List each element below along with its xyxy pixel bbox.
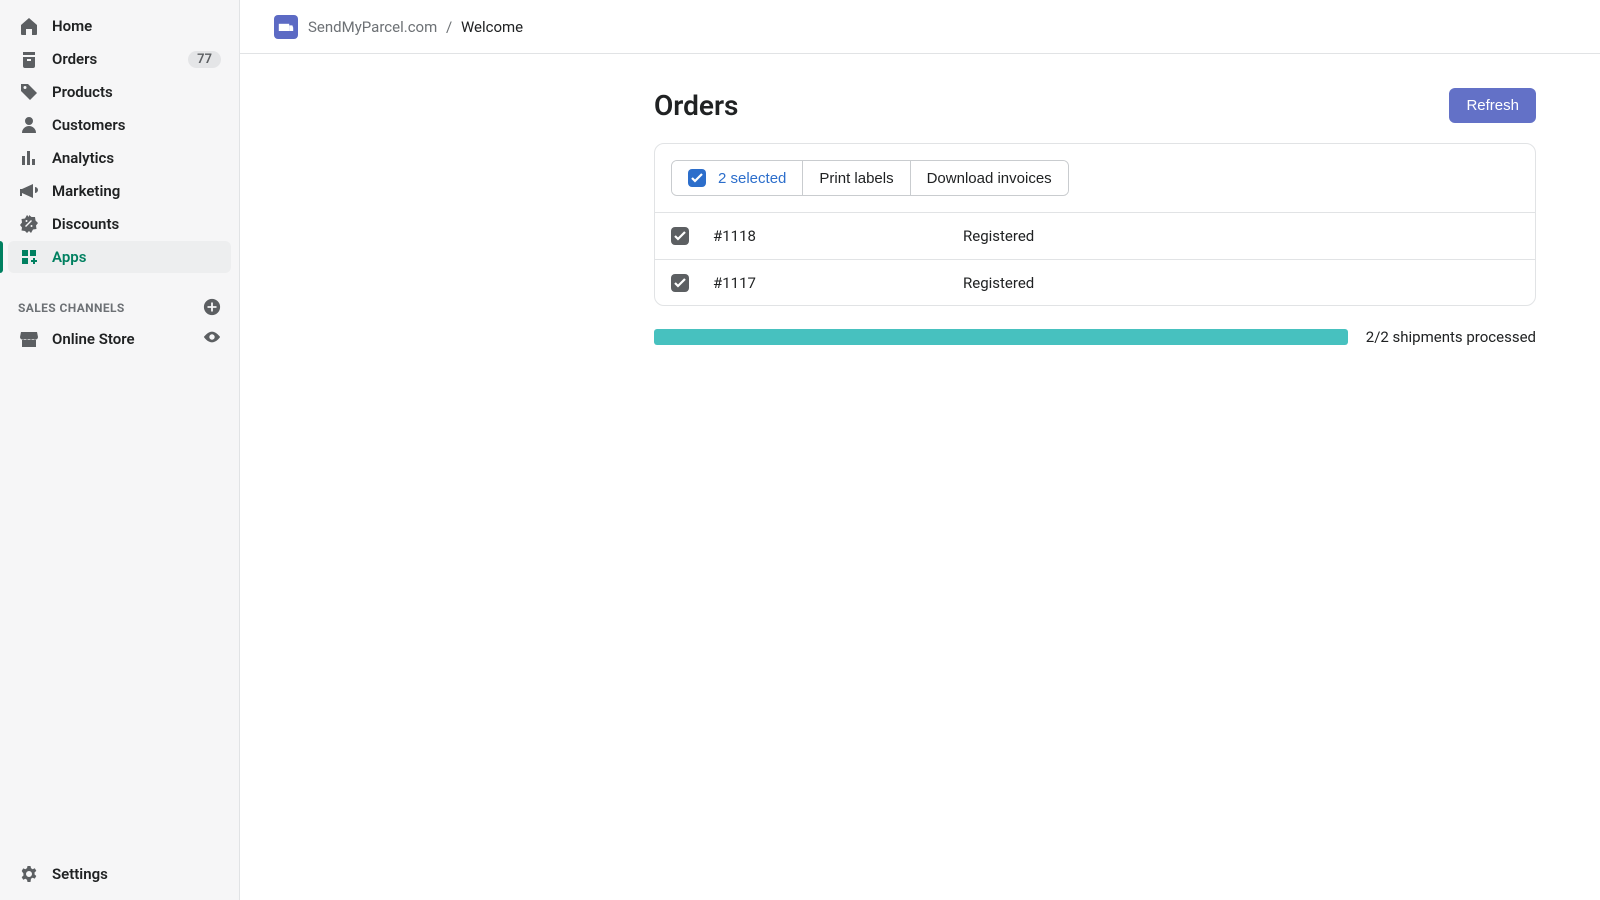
sidebar-item-customers[interactable]: Customers bbox=[8, 109, 231, 141]
progress-label: 2/2 shipments processed bbox=[1366, 328, 1536, 346]
home-icon bbox=[18, 16, 40, 36]
progress: 2/2 shipments processed bbox=[654, 328, 1536, 346]
refresh-button[interactable]: Refresh bbox=[1449, 88, 1536, 123]
order-id: #1118 bbox=[713, 227, 963, 245]
row-checkbox[interactable] bbox=[671, 227, 689, 245]
gear-icon bbox=[18, 864, 40, 884]
download-invoices-button[interactable]: Download invoices bbox=[910, 161, 1068, 195]
sidebar-item-online-store[interactable]: Online Store bbox=[8, 323, 231, 355]
sidebar-item-label: Discounts bbox=[52, 215, 119, 233]
add-channel-icon[interactable] bbox=[203, 298, 221, 319]
sidebar-item-discounts[interactable]: Discounts bbox=[8, 208, 231, 240]
sidebar-item-analytics[interactable]: Analytics bbox=[8, 142, 231, 174]
sidebar-item-label: Settings bbox=[52, 865, 108, 883]
sidebar-item-label: Orders bbox=[52, 50, 97, 68]
table-row[interactable]: #1118 Registered bbox=[655, 213, 1535, 259]
sidebar-item-products[interactable]: Products bbox=[8, 76, 231, 108]
main: SendMyParcel.com / Welcome Orders Refres… bbox=[240, 0, 1600, 900]
sidebar-item-label: Analytics bbox=[52, 149, 114, 167]
apps-icon bbox=[18, 247, 40, 267]
parcel-app-icon bbox=[274, 15, 298, 39]
page: Orders Refresh 2 selected Print labels D… bbox=[240, 54, 1600, 346]
topbar: SendMyParcel.com / Welcome bbox=[240, 0, 1600, 54]
breadcrumb-app[interactable]: SendMyParcel.com bbox=[308, 18, 437, 36]
eye-icon[interactable] bbox=[203, 328, 221, 350]
sidebar-item-apps[interactable]: Apps bbox=[8, 241, 231, 273]
breadcrumb-page: Welcome bbox=[461, 18, 523, 36]
orders-badge: 77 bbox=[188, 51, 221, 68]
settings-nav: Settings bbox=[0, 858, 239, 890]
discount-icon bbox=[18, 214, 40, 234]
checkbox-checked-icon bbox=[688, 169, 706, 187]
order-id: #1117 bbox=[713, 274, 963, 292]
person-icon bbox=[18, 115, 40, 135]
bulk-toolbar: 2 selected Print labels Download invoice… bbox=[655, 144, 1535, 213]
sidebar-item-orders[interactable]: Orders 77 bbox=[8, 43, 231, 75]
channels-nav: Online Store bbox=[0, 323, 239, 355]
selected-count: 2 selected bbox=[718, 170, 786, 187]
store-icon bbox=[18, 329, 40, 349]
order-status: Registered bbox=[963, 227, 1034, 245]
orders-card: 2 selected Print labels Download invoice… bbox=[654, 143, 1536, 306]
sidebar-item-label: Products bbox=[52, 83, 113, 101]
primary-nav: Home Orders 77 Products Customers Analyt… bbox=[0, 10, 239, 273]
sidebar-item-home[interactable]: Home bbox=[8, 10, 231, 42]
sidebar-item-label: Online Store bbox=[52, 330, 135, 348]
breadcrumb-separator: / bbox=[446, 18, 452, 36]
analytics-icon bbox=[18, 148, 40, 168]
sidebar-item-marketing[interactable]: Marketing bbox=[8, 175, 231, 207]
sidebar-item-label: Home bbox=[52, 17, 92, 35]
sidebar-item-settings[interactable]: Settings bbox=[8, 858, 231, 890]
sales-channels-label: SALES CHANNELS bbox=[18, 301, 125, 315]
print-labels-button[interactable]: Print labels bbox=[802, 161, 909, 195]
orders-icon bbox=[18, 49, 40, 69]
tag-icon bbox=[18, 82, 40, 102]
progress-fill bbox=[654, 329, 1348, 345]
megaphone-icon bbox=[18, 181, 40, 201]
sales-channels-heading: SALES CHANNELS bbox=[0, 293, 239, 323]
sidebar-item-label: Marketing bbox=[52, 182, 120, 200]
sidebar: Home Orders 77 Products Customers Analyt… bbox=[0, 0, 240, 900]
bulk-action-group: 2 selected Print labels Download invoice… bbox=[671, 160, 1069, 196]
row-checkbox[interactable] bbox=[671, 274, 689, 292]
page-title: Orders bbox=[654, 89, 738, 122]
select-all-button[interactable]: 2 selected bbox=[672, 161, 802, 195]
table-row[interactable]: #1117 Registered bbox=[655, 259, 1535, 305]
progress-bar bbox=[654, 329, 1348, 345]
sidebar-item-label: Customers bbox=[52, 116, 125, 134]
order-status: Registered bbox=[963, 274, 1034, 292]
breadcrumb: SendMyParcel.com / Welcome bbox=[308, 18, 523, 36]
page-header: Orders Refresh bbox=[654, 88, 1536, 123]
sidebar-item-label: Apps bbox=[52, 248, 86, 266]
